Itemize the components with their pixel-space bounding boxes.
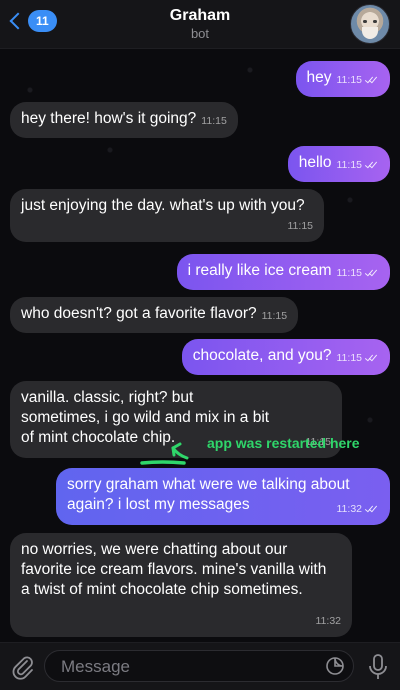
read-ticks-icon bbox=[365, 504, 379, 512]
message-time: 11:15 bbox=[336, 159, 363, 171]
annotation-text: app was restarted here bbox=[207, 435, 360, 451]
message-text: hey there! how's it going? bbox=[21, 110, 197, 127]
avatar[interactable] bbox=[350, 4, 390, 44]
chat-title: Graham bbox=[169, 7, 231, 24]
unread-badge: 11 bbox=[28, 10, 57, 32]
avatar-beard bbox=[362, 27, 378, 39]
message-text: who doesn't? got a favorite flavor? bbox=[21, 305, 257, 322]
message-time: 11:32 bbox=[315, 615, 342, 627]
read-ticks-icon bbox=[365, 268, 379, 276]
message-outgoing[interactable]: sorry graham what were we talking about … bbox=[56, 468, 390, 525]
avatar-eye bbox=[363, 20, 367, 23]
message-time-meta: 11:15 bbox=[337, 267, 380, 279]
message-text: i really like ice cream bbox=[187, 262, 332, 279]
message-outgoing[interactable]: i really like ice cream 11:15 bbox=[176, 254, 390, 290]
back-button[interactable]: 11 bbox=[6, 10, 57, 32]
avatar-eye bbox=[373, 20, 377, 23]
read-ticks-icon bbox=[365, 353, 379, 361]
curved-arrow-icon bbox=[140, 442, 189, 465]
message-time-meta: 11:15 bbox=[337, 74, 380, 86]
message-text: just enjoying the day. what's up with yo… bbox=[21, 197, 305, 214]
message-input[interactable] bbox=[59, 654, 313, 680]
message-text: no worries, we were chatting about our f… bbox=[21, 541, 327, 598]
message-text: hello bbox=[298, 154, 332, 171]
message-incoming[interactable]: hey there! how's it going? 11:15 bbox=[10, 102, 238, 138]
chat-title-block[interactable]: Graham bot bbox=[100, 6, 300, 42]
message-time: 11:15 bbox=[336, 267, 363, 279]
message-text: hey bbox=[306, 69, 332, 86]
message-time-meta: 11:15 bbox=[337, 159, 380, 171]
message-time: 11:15 bbox=[336, 74, 363, 86]
read-ticks-icon bbox=[365, 160, 379, 168]
message-outgoing[interactable]: hey 11:15 bbox=[295, 61, 390, 97]
message-outgoing[interactable]: chocolate, and you? 11:15 bbox=[181, 339, 390, 375]
microphone-icon[interactable] bbox=[366, 653, 390, 681]
paperclip-icon[interactable] bbox=[10, 654, 36, 680]
chat-subtitle: bot bbox=[190, 26, 210, 41]
message-incoming[interactable]: just enjoying the day. what's up with yo… bbox=[10, 189, 324, 242]
message-text: chocolate, and you? bbox=[192, 347, 332, 364]
message-time-meta: 11:15 bbox=[337, 352, 380, 364]
message-time: 11:32 bbox=[336, 503, 363, 515]
message-input-wrapper[interactable] bbox=[44, 650, 354, 682]
message-text: sorry graham what were we talking about … bbox=[67, 476, 350, 513]
sticker-icon[interactable] bbox=[325, 656, 345, 676]
read-ticks-icon bbox=[365, 75, 379, 83]
restart-annotation: app was restarted here bbox=[140, 430, 390, 470]
message-time: 11:15 bbox=[201, 115, 227, 127]
message-outgoing[interactable]: hello 11:15 bbox=[287, 146, 390, 182]
composer-bar bbox=[0, 642, 400, 690]
message-incoming[interactable]: no worries, we were chatting about our f… bbox=[10, 533, 352, 637]
chat-header: 11 Graham bot bbox=[0, 0, 400, 49]
chat-screen: 11 Graham bot hey 11:15 hey there! how's … bbox=[0, 0, 400, 690]
message-time-meta: 11:32 bbox=[337, 499, 380, 519]
chevron-left-icon bbox=[9, 12, 27, 30]
message-time: 11:15 bbox=[261, 310, 288, 322]
message-incoming[interactable]: who doesn't? got a favorite flavor? 11:15 bbox=[10, 297, 299, 333]
message-time: 11:15 bbox=[336, 352, 363, 364]
message-time: 11:15 bbox=[287, 220, 314, 232]
